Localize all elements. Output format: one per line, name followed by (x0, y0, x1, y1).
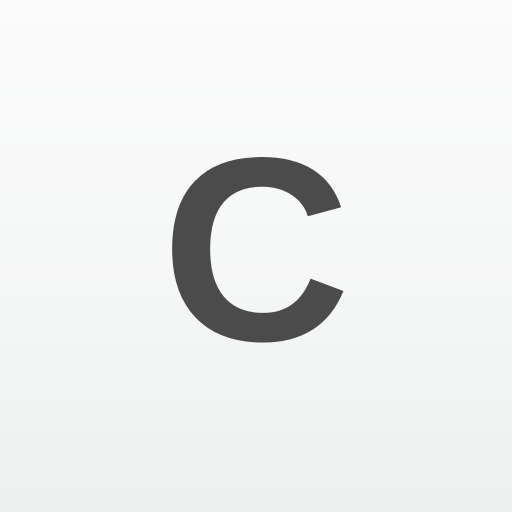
app-icon-letter: C (161, 103, 351, 396)
app-icon-tile[interactable]: C (0, 0, 512, 512)
